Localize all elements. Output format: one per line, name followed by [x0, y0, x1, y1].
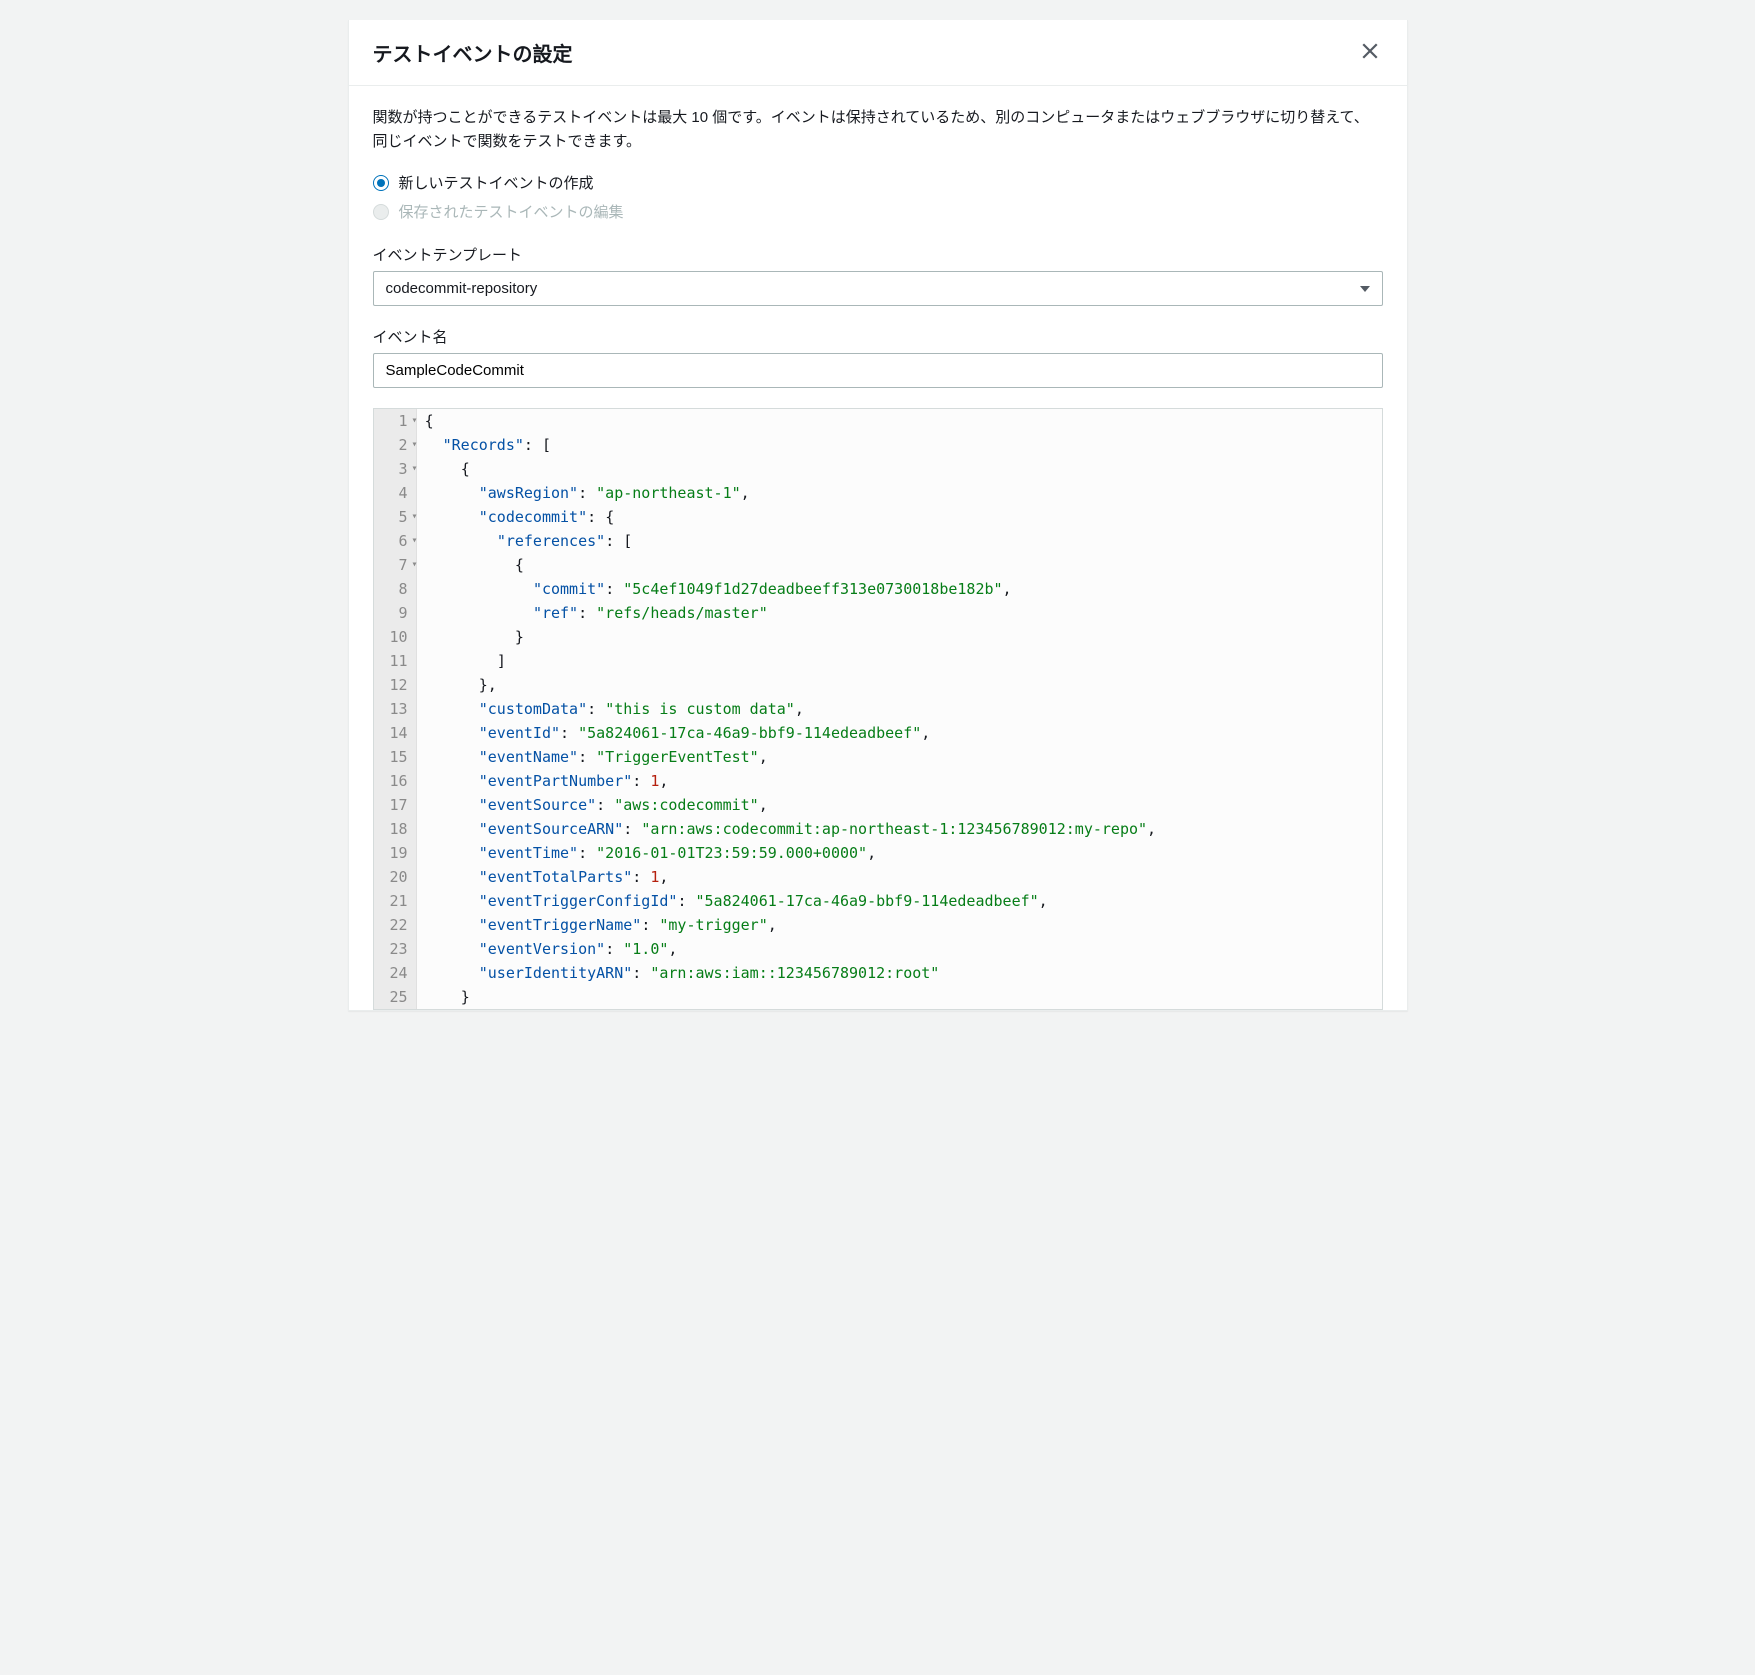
event-template-group: イベントテンプレート codecommit-repository: [373, 244, 1383, 306]
code-line: "eventPartNumber": 1,: [425, 769, 1374, 793]
event-template-value: codecommit-repository: [386, 280, 538, 297]
gutter-line: 20: [390, 865, 408, 889]
code-line: "userIdentityARN": "arn:aws:iam::1234567…: [425, 961, 1374, 985]
fold-marker-icon[interactable]: ▾: [412, 413, 418, 429]
gutter-line: 23: [390, 937, 408, 961]
radio-edit-saved-label: 保存されたテストイベントの編集: [399, 201, 624, 222]
modal-title: テストイベントの設定: [373, 38, 573, 67]
code-line: "eventVersion": "1.0",: [425, 937, 1374, 961]
code-line: "references": [: [425, 529, 1374, 553]
radio-icon: [373, 204, 389, 220]
event-template-label: イベントテンプレート: [373, 244, 1383, 265]
gutter-line: 16: [390, 769, 408, 793]
gutter-line: 6▾: [390, 529, 408, 553]
gutter-line: 2▾: [390, 433, 408, 457]
gutter-line: 11: [390, 649, 408, 673]
code-line: "customData": "this is custom data",: [425, 697, 1374, 721]
radio-create-new[interactable]: 新しいテストイベントの作成: [373, 172, 1383, 193]
gutter-line: 14: [390, 721, 408, 745]
event-name-input[interactable]: [373, 353, 1383, 388]
code-content[interactable]: { "Records": [ { "awsRegion": "ap-northe…: [417, 409, 1382, 1009]
modal-body: 関数が持つことができるテストイベントは最大 10 個です。イベントは保持されてい…: [349, 86, 1407, 1010]
gutter-line: 10: [390, 625, 408, 649]
event-name-label: イベント名: [373, 326, 1383, 347]
code-line: {: [425, 457, 1374, 481]
json-code-editor[interactable]: 1▾2▾3▾45▾6▾7▾891011121314151617181920212…: [373, 408, 1383, 1010]
gutter-line: 18: [390, 817, 408, 841]
gutter-line: 25: [390, 985, 408, 1009]
gutter-line: 24: [390, 961, 408, 985]
gutter-line: 4: [390, 481, 408, 505]
fold-marker-icon[interactable]: ▾: [412, 509, 418, 525]
gutter-line: 12: [390, 673, 408, 697]
code-line: "eventSourceARN": "arn:aws:codecommit:ap…: [425, 817, 1374, 841]
fold-marker-icon[interactable]: ▾: [412, 437, 418, 453]
gutter-line: 15: [390, 745, 408, 769]
code-line: }: [425, 985, 1374, 1009]
code-line: {: [425, 409, 1374, 433]
fold-marker-icon[interactable]: ▾: [412, 557, 418, 573]
code-line: "eventTotalParts": 1,: [425, 865, 1374, 889]
code-line: "eventName": "TriggerEventTest",: [425, 745, 1374, 769]
gutter-line: 21: [390, 889, 408, 913]
code-line: "awsRegion": "ap-northeast-1",: [425, 481, 1374, 505]
fold-marker-icon[interactable]: ▾: [412, 461, 418, 477]
gutter-line: 19: [390, 841, 408, 865]
code-line: "codecommit": {: [425, 505, 1374, 529]
code-line: "eventTriggerName": "my-trigger",: [425, 913, 1374, 937]
event-template-select[interactable]: codecommit-repository: [373, 271, 1383, 306]
code-gutter: 1▾2▾3▾45▾6▾7▾891011121314151617181920212…: [374, 409, 417, 1009]
modal-description: 関数が持つことができるテストイベントは最大 10 個です。イベントは保持されてい…: [373, 106, 1383, 154]
gutter-line: 8: [390, 577, 408, 601]
code-line: }: [425, 625, 1374, 649]
configure-test-event-modal: テストイベントの設定 関数が持つことができるテストイベントは最大 10 個です。…: [348, 20, 1408, 1011]
gutter-line: 22: [390, 913, 408, 937]
modal-header: テストイベントの設定: [349, 20, 1407, 86]
gutter-line: 7▾: [390, 553, 408, 577]
code-line: "ref": "refs/heads/master": [425, 601, 1374, 625]
code-line: "eventSource": "aws:codecommit",: [425, 793, 1374, 817]
code-line: "Records": [: [425, 433, 1374, 457]
code-line: "commit": "5c4ef1049f1d27deadbeeff313e07…: [425, 577, 1374, 601]
code-line: "eventId": "5a824061-17ca-46a9-bbf9-114e…: [425, 721, 1374, 745]
close-icon: [1361, 48, 1379, 63]
radio-create-new-label: 新しいテストイベントの作成: [399, 172, 594, 193]
event-mode-radio-group: 新しいテストイベントの作成 保存されたテストイベントの編集: [373, 172, 1383, 222]
gutter-line: 13: [390, 697, 408, 721]
code-line: "eventTime": "2016-01-01T23:59:59.000+00…: [425, 841, 1374, 865]
code-line: },: [425, 673, 1374, 697]
gutter-line: 5▾: [390, 505, 408, 529]
fold-marker-icon[interactable]: ▾: [412, 533, 418, 549]
event-name-group: イベント名: [373, 326, 1383, 388]
gutter-line: 3▾: [390, 457, 408, 481]
gutter-line: 9: [390, 601, 408, 625]
code-line: ]: [425, 649, 1374, 673]
code-line: {: [425, 553, 1374, 577]
gutter-line: 1▾: [390, 409, 408, 433]
close-button[interactable]: [1357, 38, 1383, 67]
gutter-line: 17: [390, 793, 408, 817]
chevron-down-icon: [1360, 286, 1370, 292]
radio-icon: [373, 175, 389, 191]
radio-edit-saved: 保存されたテストイベントの編集: [373, 201, 1383, 222]
code-line: "eventTriggerConfigId": "5a824061-17ca-4…: [425, 889, 1374, 913]
